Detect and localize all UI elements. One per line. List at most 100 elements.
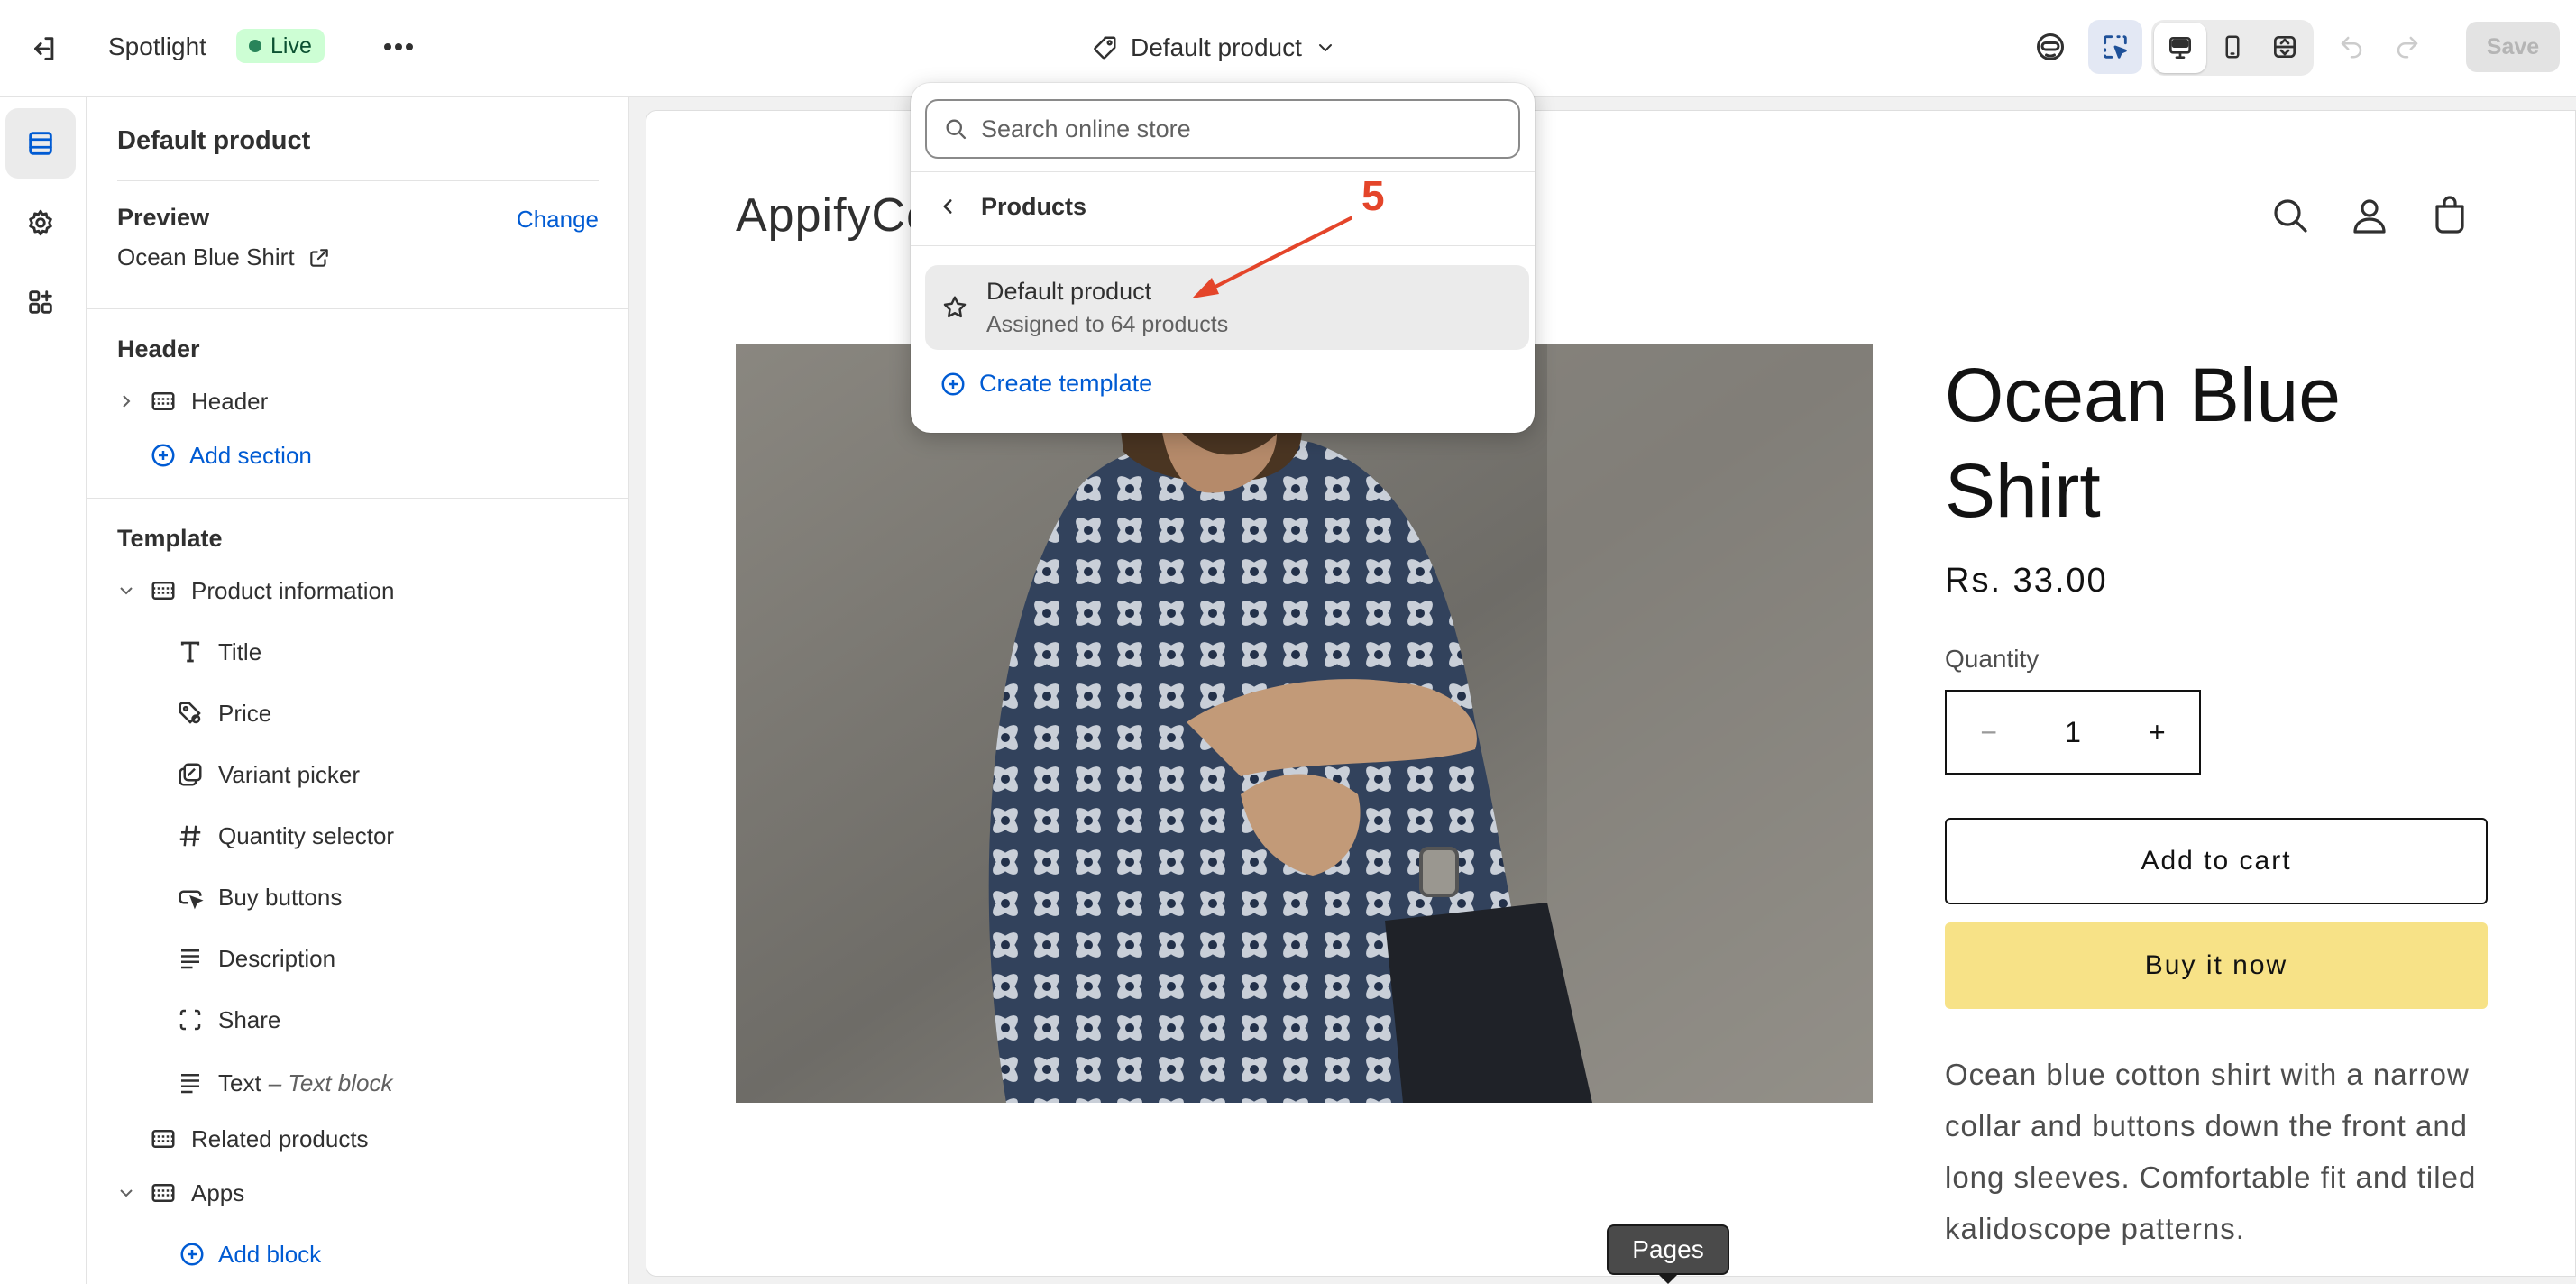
store-account-button[interactable] xyxy=(2348,194,2391,237)
chevron-right-icon xyxy=(123,395,131,408)
store-logo[interactable]: AppifyCo xyxy=(736,188,933,243)
related-products-section-row[interactable]: Related products xyxy=(150,1116,369,1161)
product-description: Ocean blue cotton shirt with a narrow co… xyxy=(1945,1058,2477,1245)
products-category-label: Products xyxy=(981,192,1087,220)
mobile-view-button[interactable] xyxy=(2205,20,2260,74)
block-row-text[interactable]: Text – Text block xyxy=(177,1060,392,1105)
quantity-label: Quantity xyxy=(1945,645,2040,673)
header-group-heading: Header xyxy=(117,335,200,362)
product-tag-icon xyxy=(1094,36,1116,60)
store-cart-button[interactable] xyxy=(2428,194,2471,237)
preview-product-name: Ocean Blue Shirt xyxy=(117,243,295,271)
template-selector-label: Default product xyxy=(1131,33,1302,61)
exit-icon xyxy=(34,37,54,60)
variant-picker-icon xyxy=(179,763,202,786)
divider xyxy=(117,180,599,181)
inspector-toggle-button[interactable] xyxy=(2088,20,2142,74)
block-label: Text xyxy=(218,1068,261,1096)
add-block-button[interactable]: Add block xyxy=(179,1232,321,1277)
theme-settings-nav-button[interactable] xyxy=(5,188,76,258)
section-icon xyxy=(151,1184,175,1202)
full-screen-button[interactable] xyxy=(2258,20,2312,74)
related-products-label: Related products xyxy=(191,1124,369,1152)
product-information-label: Product information xyxy=(191,576,395,604)
ellipsis-icon xyxy=(384,43,413,50)
block-label: Price xyxy=(218,699,272,727)
create-template-label: Create template xyxy=(979,370,1153,397)
buy-button-icon xyxy=(179,890,204,910)
sections-sidebar: Default product Preview Change Ocean Blu… xyxy=(87,97,629,1284)
block-label: Description xyxy=(218,944,336,972)
buy-it-now-button[interactable]: Buy it now xyxy=(1945,922,2488,1009)
block-row-quantity-selector[interactable]: Quantity selector xyxy=(177,813,394,858)
apps-label: Apps xyxy=(191,1179,245,1206)
search-icon xyxy=(946,119,967,140)
search-input[interactable] xyxy=(981,115,1486,143)
desktop-view-button[interactable] xyxy=(2154,23,2206,73)
undo-button[interactable] xyxy=(2324,20,2379,74)
block-row-price[interactable]: Price xyxy=(177,691,271,736)
block-label: Variant picker xyxy=(218,760,361,788)
plus-circle-icon xyxy=(941,372,965,395)
apps-section-row[interactable]: Apps xyxy=(115,1170,244,1215)
chevron-down-icon xyxy=(120,1189,133,1197)
undo-icon xyxy=(2341,36,2362,59)
text-lines-icon xyxy=(181,949,199,969)
template-selector-button[interactable]: Default product xyxy=(1091,25,1336,70)
store-search-button[interactable] xyxy=(2269,194,2312,237)
plus-circle-icon xyxy=(151,444,175,467)
preview-product-link[interactable]: Ocean Blue Shirt xyxy=(117,243,331,271)
quantity-increase-button[interactable]: + xyxy=(2115,716,2199,749)
add-section-button[interactable]: Add section xyxy=(150,433,312,478)
quantity-value[interactable]: 1 xyxy=(2031,716,2114,749)
chevron-left-icon xyxy=(943,199,952,214)
redo-icon xyxy=(2397,36,2418,59)
block-label: Quantity selector xyxy=(218,821,395,849)
quantity-decrease-button[interactable]: − xyxy=(1947,716,2031,749)
block-row-share[interactable]: Share xyxy=(177,997,280,1042)
save-button[interactable]: Save xyxy=(2466,22,2560,72)
search-icon xyxy=(2274,199,2307,233)
product-information-section-row[interactable]: Product information xyxy=(115,568,394,613)
chevron-down-icon xyxy=(120,587,133,595)
title-icon xyxy=(180,641,200,663)
account-icon xyxy=(2353,199,2386,234)
product-title: Ocean Blue Shirt xyxy=(1945,353,2341,533)
theme-name: Spotlight xyxy=(108,32,206,60)
sidebar-title: Default product xyxy=(117,126,311,155)
block-row-description[interactable]: Description xyxy=(177,936,335,981)
redo-button[interactable] xyxy=(2380,20,2434,74)
product-photo xyxy=(736,344,1873,1103)
inspector-cursor-icon xyxy=(2104,35,2127,59)
more-actions-button[interactable] xyxy=(373,25,424,69)
quantity-stepper: − 1 + xyxy=(1945,690,2201,775)
add-section-label: Add section xyxy=(189,441,312,469)
template-group-heading: Template xyxy=(117,525,223,552)
divider xyxy=(911,171,1535,172)
block-row-variant-picker[interactable]: Variant picker xyxy=(177,752,360,797)
chevron-down-icon xyxy=(1318,44,1332,51)
editor-icon-rail xyxy=(0,97,87,1284)
exit-button[interactable] xyxy=(22,27,65,70)
block-label: Share xyxy=(218,1005,281,1033)
sections-nav-button[interactable] xyxy=(5,108,76,179)
hash-icon xyxy=(179,825,201,847)
search-field[interactable] xyxy=(925,99,1520,159)
block-row-title[interactable]: Title xyxy=(177,629,261,674)
divider xyxy=(87,498,628,499)
price-tag-icon xyxy=(179,702,201,724)
block-sublabel: – Text block xyxy=(268,1068,393,1096)
change-preview-link[interactable]: Change xyxy=(517,206,599,234)
sidekick-button[interactable] xyxy=(2023,20,2077,74)
plus-circle-icon xyxy=(180,1243,204,1266)
create-template-button[interactable]: Create template xyxy=(940,370,1152,398)
header-section-row[interactable]: Header xyxy=(115,379,268,424)
block-label: Title xyxy=(218,637,262,665)
tooltip-arrow xyxy=(1657,1273,1679,1284)
external-link-icon xyxy=(309,248,328,267)
product-image xyxy=(736,344,1873,1103)
app-embeds-nav-button[interactable] xyxy=(5,267,76,337)
text-lines-icon xyxy=(181,1074,199,1094)
block-row-buy-buttons[interactable]: Buy buttons xyxy=(177,875,342,920)
add-to-cart-button[interactable]: Add to cart xyxy=(1945,818,2488,904)
